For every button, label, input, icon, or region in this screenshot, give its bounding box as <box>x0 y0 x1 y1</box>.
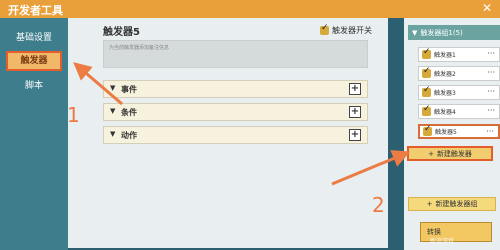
annotation-number-2: 2 <box>372 193 385 217</box>
arrow-to-triggers <box>73 62 123 106</box>
arrow-to-new-trigger <box>331 150 411 186</box>
annotation-number-1: 1 <box>67 103 80 127</box>
